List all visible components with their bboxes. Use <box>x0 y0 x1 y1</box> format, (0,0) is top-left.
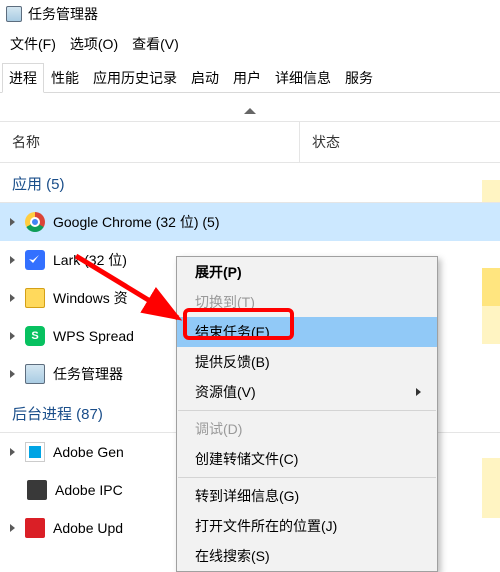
menu-options[interactable]: 选项(O) <box>64 32 124 56</box>
expand-icon[interactable] <box>10 218 15 226</box>
adobe-icon <box>25 442 45 462</box>
lark-icon <box>25 250 45 270</box>
cm-resources[interactable]: 资源值(V) <box>177 377 437 407</box>
title-bar: 任务管理器 <box>0 0 500 28</box>
cm-details[interactable]: 转到详细信息(G) <box>177 481 437 511</box>
cm-debug: 调试(D) <box>177 414 437 444</box>
menu-bar: 文件(F) 选项(O) 查看(V) <box>0 28 500 62</box>
cm-dump[interactable]: 创建转储文件(C) <box>177 444 437 474</box>
expand-icon[interactable] <box>10 332 15 340</box>
chevron-up-icon <box>244 108 256 114</box>
process-row[interactable]: Google Chrome (32 位) (5) <box>0 203 500 241</box>
tab-processes[interactable]: 进程 <box>2 63 44 93</box>
cm-search-online[interactable]: 在线搜索(S) <box>177 541 437 571</box>
submenu-arrow-icon <box>416 388 421 396</box>
cm-open-location[interactable]: 打开文件所在的位置(J) <box>177 511 437 541</box>
taskmgr-icon <box>25 364 45 384</box>
tab-services[interactable]: 服务 <box>338 63 380 93</box>
taskmgr-icon <box>6 6 22 22</box>
expand-icon[interactable] <box>10 256 15 264</box>
adobe-icon <box>27 480 47 500</box>
tab-details[interactable]: 详细信息 <box>268 63 338 93</box>
wps-icon: S <box>25 326 45 346</box>
collapse-toggle[interactable] <box>0 93 500 121</box>
tab-users[interactable]: 用户 <box>226 63 268 93</box>
group-apps: 应用 (5) <box>0 163 500 203</box>
tab-startup[interactable]: 启动 <box>184 63 226 93</box>
separator <box>178 477 436 478</box>
expand-icon[interactable] <box>10 294 15 302</box>
cm-end-task[interactable]: 结束任务(E) <box>177 317 437 347</box>
tab-bar: 进程 性能 应用历史记录 启动 用户 详细信息 服务 <box>0 62 500 93</box>
cm-feedback[interactable]: 提供反馈(B) <box>177 347 437 377</box>
explorer-icon <box>25 288 45 308</box>
col-status[interactable]: 状态 <box>300 122 500 162</box>
col-name[interactable]: 名称 <box>0 122 300 162</box>
column-headers: 名称 状态 <box>0 121 500 163</box>
context-menu: 展开(P) 切换到(T) 结束任务(E) 提供反馈(B) 资源值(V) 调试(D… <box>176 256 438 572</box>
expand-icon[interactable] <box>10 448 15 456</box>
menu-view[interactable]: 查看(V) <box>126 32 185 56</box>
expand-icon[interactable] <box>10 524 15 532</box>
separator <box>178 410 436 411</box>
cm-expand[interactable]: 展开(P) <box>177 257 437 287</box>
cm-switch-to: 切换到(T) <box>177 287 437 317</box>
chrome-icon <box>25 212 45 232</box>
adobe-icon <box>25 518 45 538</box>
expand-icon[interactable] <box>10 370 15 378</box>
tab-performance[interactable]: 性能 <box>44 63 86 93</box>
menu-file[interactable]: 文件(F) <box>4 32 62 56</box>
tab-app-history[interactable]: 应用历史记录 <box>86 63 184 93</box>
window-title: 任务管理器 <box>28 4 98 24</box>
